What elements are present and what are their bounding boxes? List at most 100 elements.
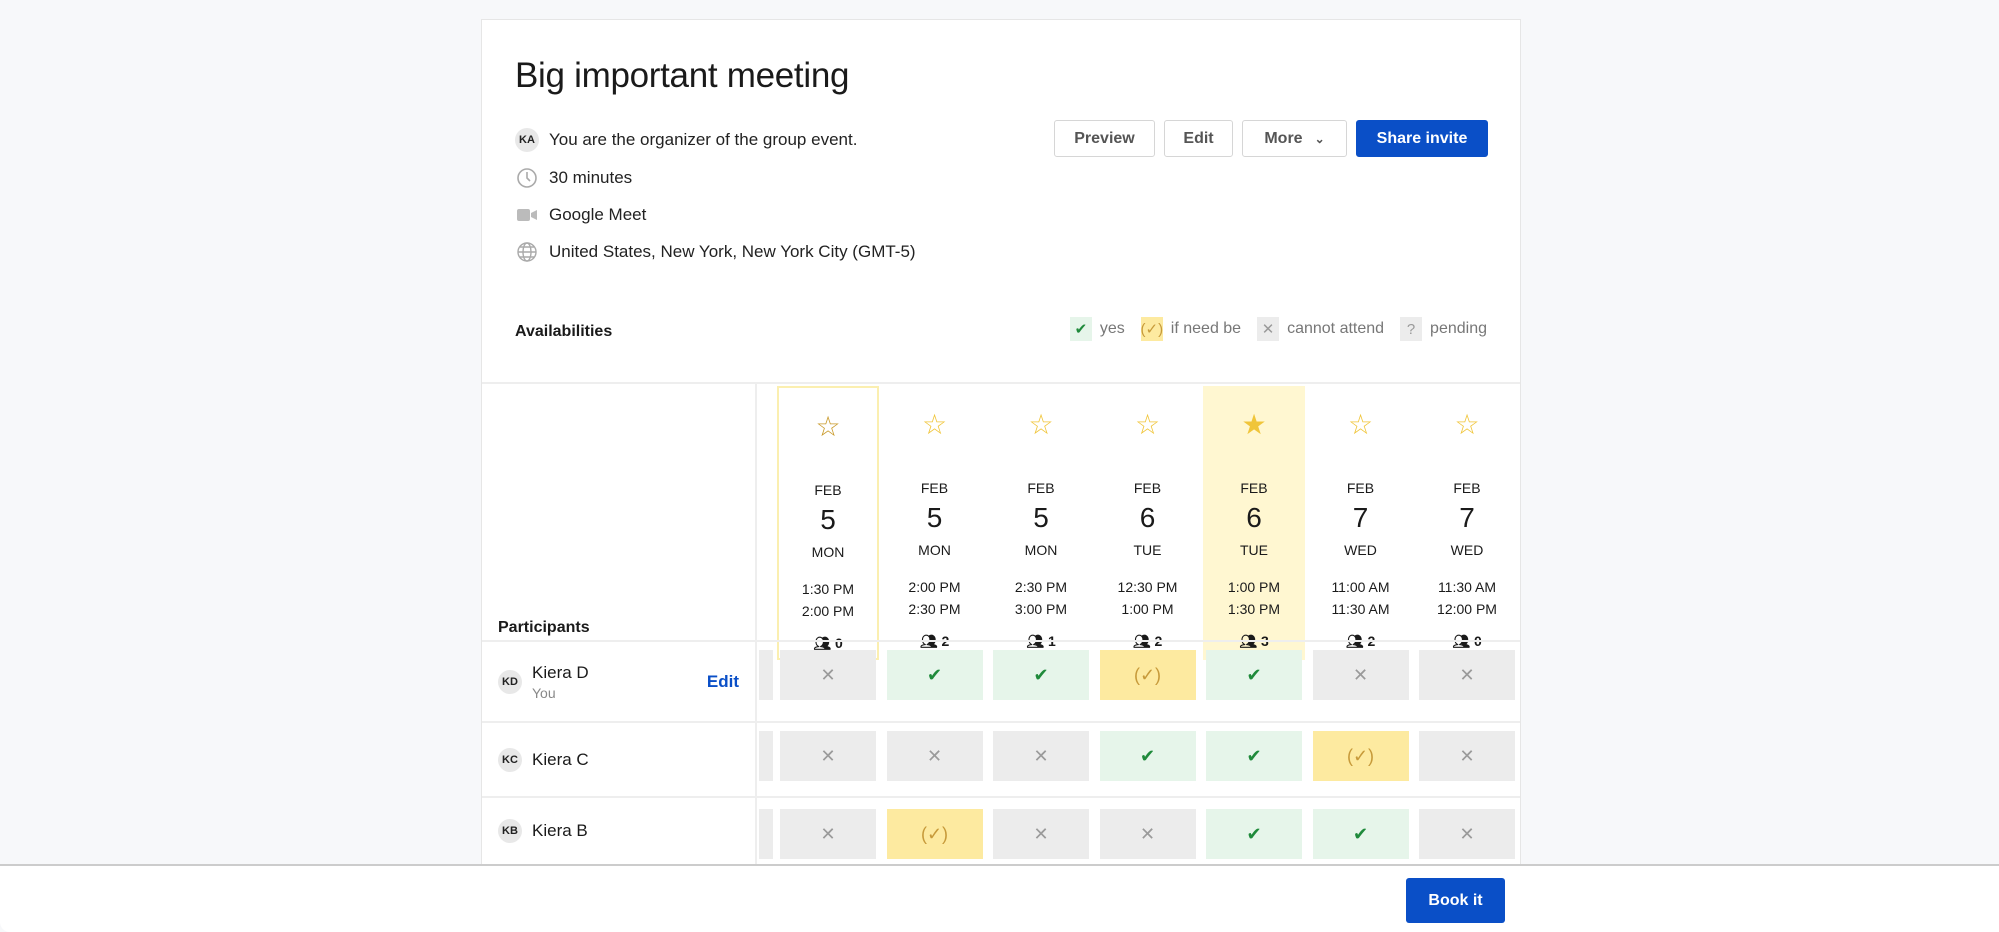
more-button[interactable]: More ⌄	[1242, 120, 1347, 157]
avatar: KB	[498, 818, 522, 843]
time-slot-column[interactable]: ★ FEB 6 TUE 1:00 PM 1:30 PM 👥︎ 3	[1203, 386, 1305, 660]
availability-cell-yes[interactable]: ✔	[1099, 731, 1196, 781]
check-icon: ✔	[1033, 664, 1049, 685]
legend: ✔ yes (✓) if need be ✕ cannot attend ? pendi…	[1069, 317, 1487, 341]
slot-end: 12:00 PM	[1437, 601, 1497, 617]
check-icon: ✔	[1246, 823, 1262, 844]
duration-row: 30 minutes	[515, 166, 632, 190]
availability-cell-no[interactable]: ✕	[780, 731, 876, 781]
slot-day: 5	[926, 502, 943, 533]
time-slot-column[interactable]: ☆ FEB 6 TUE 12:30 PM 1:00 PM 👥︎ 2	[1097, 386, 1199, 660]
time-slot-column[interactable]: ☆ FEB 5 MON 2:30 PM 3:00 PM 👥︎ 1	[990, 386, 1092, 660]
x-icon: ✕	[820, 745, 836, 766]
participants-heading: Participants	[498, 619, 590, 636]
slot-start: 2:30 PM	[1014, 579, 1068, 595]
availability-cell-no[interactable]: ✕	[1419, 731, 1515, 781]
slot-weekday: WED	[1450, 542, 1484, 558]
book-it-button[interactable]: Book it	[1406, 878, 1505, 923]
footer-bar: Book it	[0, 864, 1999, 932]
check-icon: ✔	[926, 664, 943, 685]
star-icon[interactable]: ☆	[1097, 408, 1199, 441]
duration-text: 30 minutes	[549, 168, 633, 187]
availability-cell-yes[interactable]: ✔	[1312, 809, 1409, 859]
time-slot-column[interactable]: ☆ FEB 7 WED 11:30 AM 12:00 PM 👥︎ 0	[1416, 386, 1518, 660]
slot-day: 5	[820, 504, 836, 535]
timezone-row: United States, New York, New York City (…	[515, 240, 916, 264]
availability-cell-no[interactable]: ✕	[780, 650, 876, 700]
availability-cell-no[interactable]: ✕	[993, 731, 1089, 781]
x-icon: ✕	[1033, 745, 1049, 766]
slot-day: 7	[1352, 502, 1369, 533]
x-icon: ✕	[926, 745, 943, 766]
x-icon: ✕	[1139, 823, 1156, 844]
star-icon[interactable]: ☆	[990, 408, 1092, 441]
availability-cell-ifn[interactable]: (✓)	[1312, 731, 1409, 781]
participant-name: Kiera B	[532, 820, 588, 840]
availability-cell-no[interactable]: ✕	[993, 809, 1089, 859]
location-row: Google Meet	[515, 203, 646, 227]
star-icon[interactable]: ☆	[884, 408, 986, 441]
check-circle-icon: (✓)	[920, 823, 949, 844]
slot-end: 3:00 PM	[1014, 601, 1068, 617]
star-icon[interactable]: ☆	[779, 410, 877, 443]
scroll-overflow-cell	[759, 731, 773, 781]
star-icon[interactable]: ☆	[1416, 408, 1518, 441]
slot-weekday: TUE	[1133, 542, 1162, 558]
clock-icon	[515, 166, 539, 190]
availability-cell-no[interactable]: ✕	[1419, 650, 1515, 700]
legend-yes: yes	[1099, 320, 1125, 337]
slot-end: 2:00 PM	[801, 603, 855, 619]
scroll-overflow-cell	[759, 809, 773, 859]
preview-button[interactable]: Preview	[1054, 120, 1155, 157]
slot-start: 11:30 AM	[1437, 579, 1497, 595]
scroll-overflow-cell	[759, 650, 773, 700]
row-divider	[757, 796, 1520, 798]
time-slot-column[interactable]: ☆ FEB 5 MON 2:00 PM 2:30 PM 👥︎ 2	[884, 386, 986, 660]
time-slot-column[interactable]: ☆ FEB 5 MON 1:30 PM 2:00 PM 👥︎ 0	[777, 386, 879, 660]
slot-weekday: WED	[1344, 542, 1377, 558]
chevron-down-icon: ⌄	[1314, 131, 1325, 146]
availability-cell-yes[interactable]: ✔	[886, 650, 983, 700]
check-icon: ✔	[1246, 745, 1262, 766]
slot-month: FEB	[1133, 480, 1162, 496]
slot-day: 6	[1139, 502, 1156, 533]
slot-start: 2:00 PM	[908, 579, 961, 595]
x-icon: ✕	[1033, 823, 1049, 844]
star-icon[interactable]: ☆	[1310, 408, 1412, 441]
availability-cell-no[interactable]: ✕	[1312, 650, 1409, 700]
availability-cell-no[interactable]: ✕	[1419, 809, 1515, 859]
slot-start: 1:30 PM	[801, 581, 855, 597]
more-label: More	[1264, 129, 1303, 147]
edit-button[interactable]: Edit	[1164, 120, 1233, 157]
slot-end: 11:30 AM	[1331, 601, 1390, 617]
availability-cell-no[interactable]: ✕	[780, 809, 876, 859]
check-icon: ✔	[1069, 317, 1092, 341]
availability-cell-ifn[interactable]: (✓)	[1099, 650, 1196, 700]
participant-sub: You	[532, 684, 556, 701]
availability-cell-yes[interactable]: ✔	[1206, 731, 1302, 781]
availability-cell-no[interactable]: ✕	[1099, 809, 1196, 859]
x-icon: ✕	[1352, 664, 1369, 685]
participant-row: KC Kiera C	[482, 721, 757, 796]
share-invite-button[interactable]: Share invite	[1356, 120, 1488, 157]
slot-month: FEB	[1346, 480, 1375, 496]
slot-start: 12:30 PM	[1117, 579, 1178, 595]
availability-cell-yes[interactable]: ✔	[1206, 650, 1302, 700]
availability-cell-no[interactable]: ✕	[886, 731, 983, 781]
globe-icon	[515, 240, 539, 264]
slot-start: 1:00 PM	[1227, 579, 1281, 595]
edit-availability-link[interactable]: Edit	[707, 672, 739, 692]
check-icon: ✔	[1246, 664, 1262, 685]
x-icon: ✕	[1459, 823, 1475, 844]
x-icon: ✕	[1459, 745, 1475, 766]
star-icon[interactable]: ★	[1203, 408, 1305, 441]
slot-day: 5	[1033, 502, 1049, 533]
time-slot-column[interactable]: ☆ FEB 7 WED 11:00 AM 11:30 AM 👥︎ 2	[1310, 386, 1412, 660]
availability-cell-yes[interactable]: ✔	[993, 650, 1089, 700]
slot-weekday: MON	[918, 542, 951, 558]
slot-end: 2:30 PM	[908, 601, 961, 617]
slot-start: 11:00 AM	[1331, 579, 1390, 595]
availability-cell-ifn[interactable]: (✓)	[886, 809, 983, 859]
slot-end: 1:30 PM	[1227, 601, 1281, 617]
availability-cell-yes[interactable]: ✔	[1206, 809, 1302, 859]
